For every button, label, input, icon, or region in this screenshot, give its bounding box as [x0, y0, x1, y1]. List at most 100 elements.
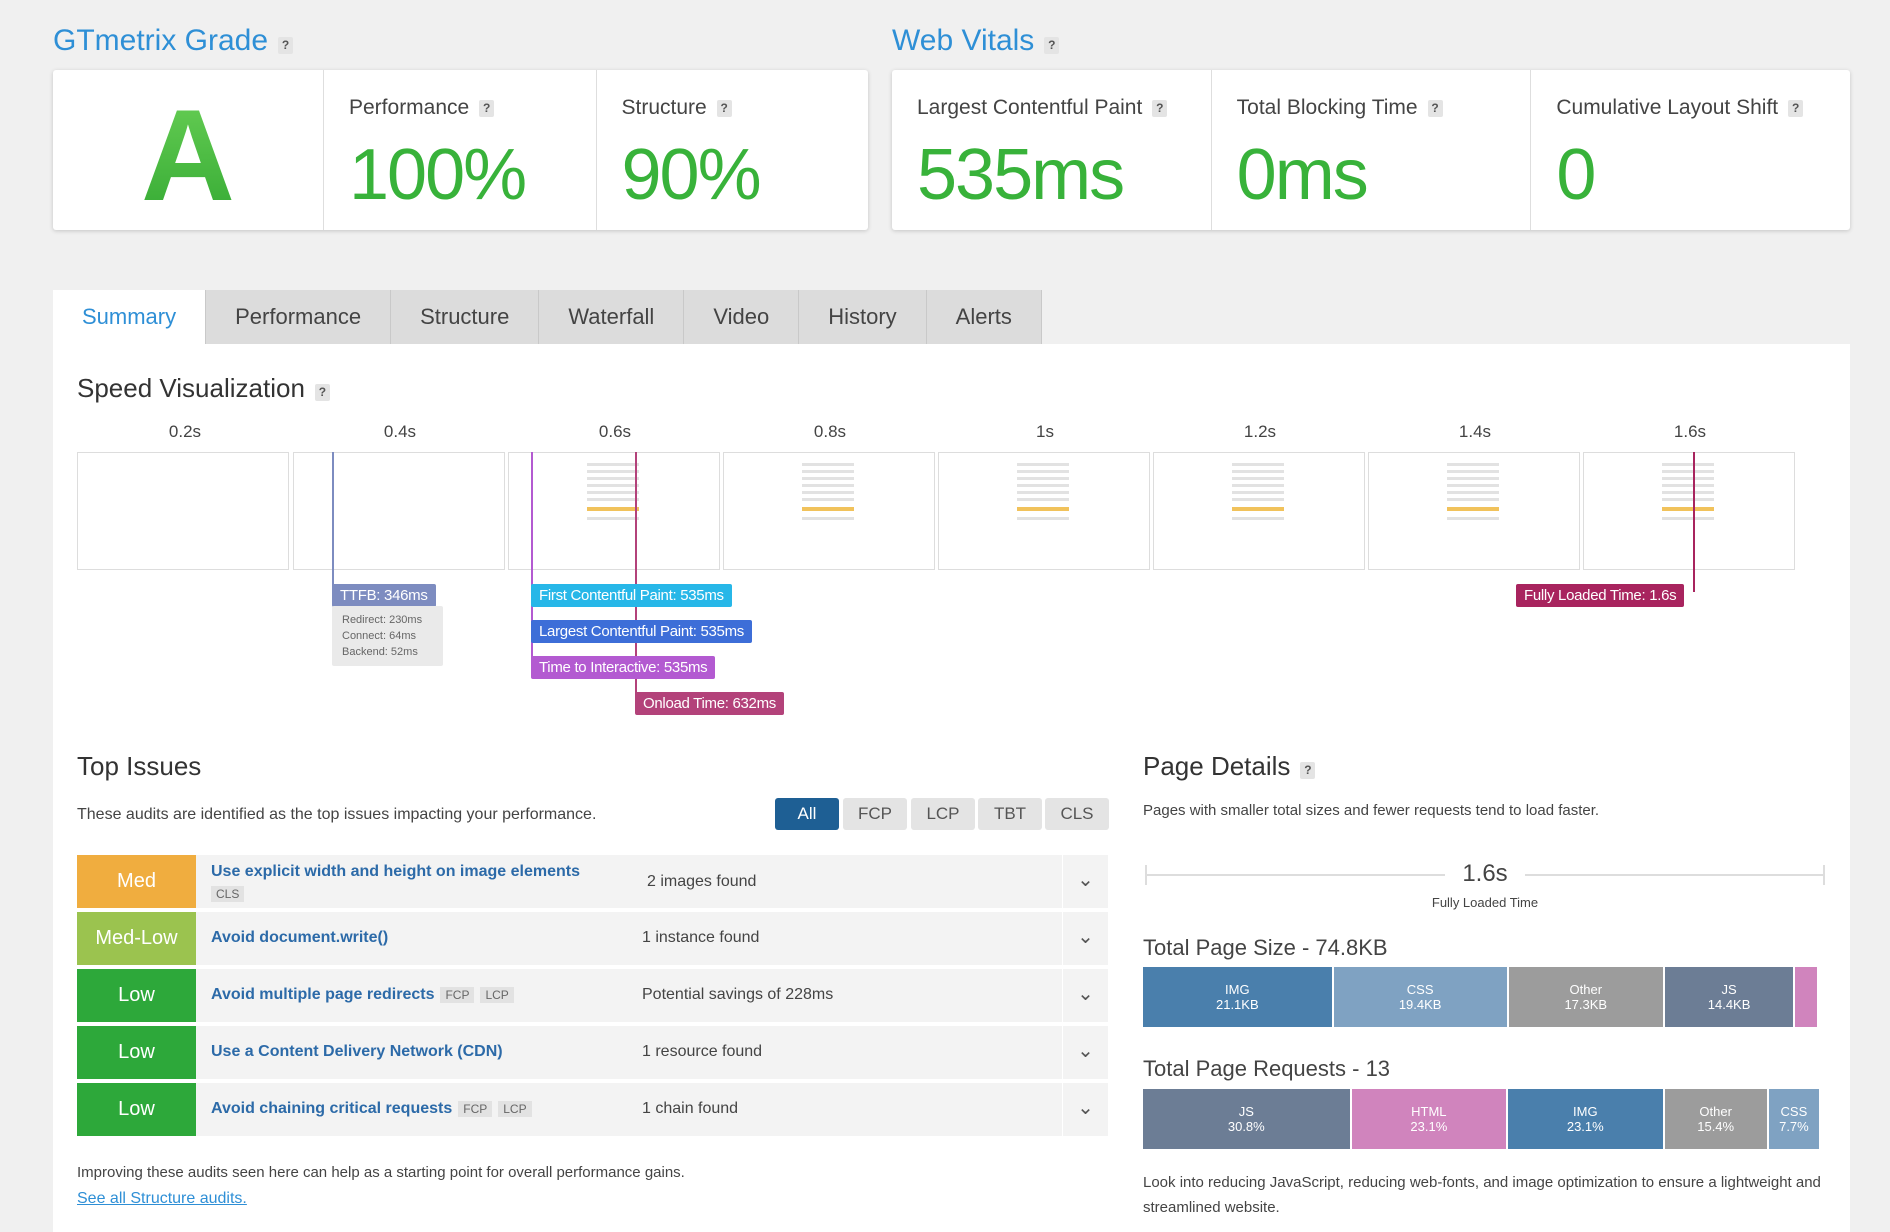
structure-value: 90%: [621, 135, 762, 215]
chevron-down-icon[interactable]: ⌄: [1062, 969, 1108, 1022]
help-icon[interactable]: ?: [1788, 99, 1804, 117]
issues-footer: Improving these audits seen here can hel…: [77, 1164, 685, 1181]
requests-segment-value: 23.1%: [1566, 1119, 1604, 1134]
page-thumbnail: [1013, 459, 1073, 557]
issue-row[interactable]: Low Use a Content Delivery Network (CDN)…: [77, 1026, 1108, 1079]
issue-title[interactable]: Avoid document.write(): [211, 929, 388, 947]
filter-tbt[interactable]: TBT: [978, 798, 1042, 830]
web-vitals-heading: Web Vitals?: [892, 24, 1060, 58]
size-segment: Other 17.3KB: [1508, 967, 1663, 1027]
filmstrip-frame[interactable]: [1368, 452, 1580, 570]
issue-title[interactable]: Use a Content Delivery Network (CDN): [211, 1043, 503, 1061]
lcp-value: 535ms: [917, 135, 1125, 215]
tab-waterfall[interactable]: Waterfall: [539, 290, 685, 344]
page-thumbnail: [798, 459, 858, 557]
top-issues-description: These audits are identified as the top i…: [77, 806, 597, 823]
help-icon[interactable]: ?: [1300, 762, 1316, 780]
page-details-title: Page Details: [1143, 751, 1291, 781]
timeline-tick: 1.4s: [1458, 422, 1492, 441]
help-icon[interactable]: ?: [314, 384, 330, 402]
filter-fcp[interactable]: FCP: [843, 798, 907, 830]
size-segment-name: CSS: [1406, 982, 1434, 997]
cls-metric: Cumulative Layout Shift? 0: [1530, 70, 1850, 230]
lcp-timing-label: Largest Contentful Paint: 535ms: [531, 620, 752, 643]
timeline-tick: 0.8s: [813, 422, 847, 441]
size-segment-value: 19.4KB: [1398, 997, 1442, 1012]
grade-letter-box: A: [53, 70, 323, 230]
help-icon[interactable]: ?: [278, 37, 294, 55]
filmstrip-frame[interactable]: [938, 452, 1150, 570]
tab-structure[interactable]: Structure: [391, 290, 540, 344]
help-icon[interactable]: ?: [1152, 99, 1168, 117]
fully-loaded-caption: Fully Loaded Time: [1431, 895, 1539, 910]
help-icon[interactable]: ?: [1044, 37, 1060, 55]
tab-history[interactable]: History: [799, 290, 927, 344]
chevron-down-icon[interactable]: ⌄: [1062, 855, 1108, 908]
requests-segment: JS 30.8%: [1143, 1089, 1350, 1149]
filmstrip-frame[interactable]: [1153, 452, 1365, 570]
chevron-down-icon[interactable]: ⌄: [1062, 1026, 1108, 1079]
filmstrip-frame-blank[interactable]: [77, 452, 289, 570]
performance-value: 100%: [349, 135, 527, 215]
requests-segment-name: HTML: [1411, 1104, 1447, 1119]
tbt-label: Total Blocking Time: [1236, 96, 1418, 119]
redirect-time: Redirect: 230ms: [342, 614, 423, 626]
requests-segment-name: JS: [1238, 1104, 1254, 1119]
issue-row[interactable]: Low Avoid chaining critical requests FCP L…: [77, 1083, 1108, 1136]
timeline-tick: 1.2s: [1243, 422, 1277, 441]
requests-segment-name: IMG: [1573, 1104, 1598, 1119]
tab-alerts[interactable]: Alerts: [926, 290, 1042, 344]
filmstrip-frame[interactable]: [723, 452, 935, 570]
issue-title[interactable]: Avoid multiple page redirects: [211, 986, 434, 1003]
severity-badge: Med: [77, 855, 196, 908]
total-page-requests-title: Total Page Requests - 13: [1143, 1056, 1391, 1081]
severity-badge: Low: [77, 1026, 196, 1079]
requests-segment-value: 23.1%: [1410, 1119, 1448, 1134]
size-segment: JS 14.4KB: [1664, 967, 1794, 1027]
tab-video[interactable]: Video: [684, 290, 800, 344]
top-issues-heading: Top Issues: [77, 751, 201, 782]
issue-title-wrap: Avoid multiple page redirects FCP LCP: [211, 986, 514, 1004]
size-segment-name: JS: [1721, 982, 1737, 997]
filmstrip-frame[interactable]: [508, 452, 720, 570]
help-icon[interactable]: ?: [1427, 99, 1443, 117]
tag-pill: CLS: [211, 885, 245, 902]
fully-loaded-value: 1.6s: [1445, 860, 1525, 888]
cls-value: 0: [1556, 135, 1596, 215]
requests-segment-name: Other: [1699, 1104, 1732, 1119]
help-icon[interactable]: ?: [716, 99, 732, 117]
tab-summary[interactable]: Summary: [53, 290, 207, 344]
requests-segment: CSS 7.7%: [1768, 1089, 1819, 1149]
tbt-value: 0ms: [1236, 135, 1369, 215]
ttfb-breakdown: Redirect: 230ms Connect: 64ms Backend: 5…: [332, 606, 443, 666]
issue-row[interactable]: Med-Low Avoid document.write() 1 instanc…: [77, 912, 1108, 965]
filter-cls[interactable]: CLS: [1045, 798, 1109, 830]
chevron-down-icon[interactable]: ⌄: [1062, 1083, 1108, 1136]
top-issues-title: Top Issues: [77, 751, 202, 781]
timeline-tick: 1s: [1036, 422, 1054, 441]
requests-segment: IMG 23.1%: [1508, 1089, 1663, 1149]
issue-finding: 1 resource found: [642, 1043, 763, 1060]
help-icon[interactable]: ?: [479, 99, 495, 117]
filter-all[interactable]: All: [775, 798, 839, 830]
page-details-description: Pages with smaller total sizes and fewer…: [1143, 802, 1600, 819]
grade-card: A Performance? 100% Structure? 90%: [53, 70, 868, 230]
tti-label: Time to Interactive: 535ms: [531, 656, 716, 679]
filmstrip-frame[interactable]: [1583, 452, 1795, 570]
chevron-down-icon[interactable]: ⌄: [1062, 912, 1108, 965]
tab-performance[interactable]: Performance: [206, 290, 392, 344]
issue-finding: Potential savings of 228ms: [642, 986, 834, 1003]
requests-segment-value: 7.7%: [1779, 1119, 1809, 1134]
filter-lcp[interactable]: LCP: [911, 798, 975, 830]
speed-title: Speed Visualization: [77, 373, 305, 403]
issue-row[interactable]: Low Avoid multiple page redirects FCP LCP …: [77, 969, 1108, 1022]
issue-title[interactable]: Avoid chaining critical requests: [211, 1100, 452, 1117]
issue-row[interactable]: Med Use explicit width and height on ima…: [77, 855, 1108, 908]
page-thumbnail: [1443, 459, 1503, 557]
severity-badge: Med-Low: [77, 912, 196, 965]
size-segment-value: 17.3KB: [1564, 997, 1608, 1012]
tag-pill: FCP: [458, 1100, 493, 1117]
issue-title[interactable]: Use explicit width and height on image e…: [211, 863, 580, 881]
see-all-structure-audits-link[interactable]: See all Structure audits.: [77, 1190, 247, 1208]
filmstrip-frame-blank[interactable]: [293, 452, 505, 570]
